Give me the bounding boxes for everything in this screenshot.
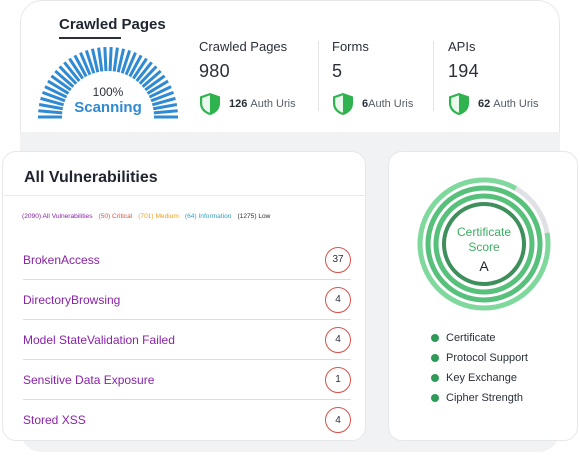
shield-check-icon [200, 93, 220, 115]
certificate-legend-label: Protocol Support [446, 352, 528, 364]
legend-dot-icon [431, 334, 439, 342]
certificate-legend-item: Cipher Strength [431, 388, 528, 408]
certificate-legend-item: Key Exchange [431, 368, 528, 388]
gauge-tick [103, 47, 108, 72]
vulnerability-count-badge: 4 [325, 407, 351, 433]
auth-label: Auth Uris [250, 98, 296, 110]
auth-uris: 6 Auth Uris [332, 92, 413, 116]
certificate-legend-label: Certificate [446, 332, 496, 344]
vulnerability-row[interactable]: Sensitive Data Exposure 1 [23, 360, 351, 400]
vulnerability-count-badge: 4 [325, 326, 351, 353]
legend-dot-icon [431, 374, 439, 382]
stat-divider [433, 41, 434, 111]
vulnerability-count-badge: 37 [325, 246, 351, 273]
certificate-legend-label: Key Exchange [446, 372, 517, 384]
auth-label: Auth Uris [368, 98, 414, 110]
vulnerabilities-title: All Vulnerabilities [24, 169, 158, 186]
vulnerability-count-badge: 4 [325, 286, 351, 313]
legend-entry: (701) Medium [138, 213, 179, 220]
vulnerability-name[interactable]: Sensitive Data Exposure [23, 373, 154, 387]
shield-check-icon [333, 93, 353, 115]
auth-count: 62 [478, 98, 491, 110]
scan-status-label: Scanning [74, 99, 142, 116]
crawl-summary-card: Crawled Pages 100% Scanning Crawled Page… [20, 0, 560, 152]
title-divider [3, 195, 365, 196]
auth-uris: 62 Auth Uris [448, 92, 539, 116]
vulnerabilities-card: All Vulnerabilities (2090) All Vulnerabi… [2, 151, 366, 441]
certificate-score-label: Certificate Score [414, 225, 554, 255]
vulnerability-count-badge: 1 [325, 366, 351, 393]
auth-label: Auth Uris [493, 98, 539, 110]
gauge-tick [108, 47, 113, 72]
crawled-pages-heading: Crawled Pages [59, 16, 166, 33]
stat-label: APIs [448, 39, 476, 54]
legend-dot-icon [431, 394, 439, 402]
vulnerability-row[interactable]: DirectoryBrowsing 4 [23, 280, 351, 320]
legend-entry: (50) Critical [98, 213, 133, 220]
vulnerability-row[interactable]: Stored XSS 4 [23, 400, 351, 440]
auth-uris: 126 Auth Uris [199, 92, 296, 116]
shield-check-icon [449, 93, 469, 115]
legend-entry: (2090) All Vulnerabilities [22, 213, 93, 220]
vulnerability-name[interactable]: Stored XSS [23, 413, 86, 427]
legend-entry: (64) Information [184, 213, 232, 220]
vulnerability-row[interactable]: Model StateValidation Failed 4 [23, 320, 351, 360]
stat-divider [318, 41, 319, 111]
legend-dot-icon [431, 354, 439, 362]
certificate-legend-item: Protocol Support [431, 348, 528, 368]
vulnerability-name[interactable]: Model StateValidation Failed [23, 333, 175, 347]
stat-crawled-pages: Crawled Pages 980 126 Auth Uris [199, 39, 296, 116]
vulnerability-row[interactable]: BrokenAccess 37 [23, 240, 351, 280]
certificate-grade: A [479, 258, 489, 274]
auth-count: 126 [229, 98, 248, 110]
vulnerability-name[interactable]: DirectoryBrowsing [23, 293, 120, 307]
stat-forms: Forms 5 6 Auth Uris [332, 39, 413, 116]
stat-value: 5 [332, 61, 343, 81]
legend-entry: (1275) Low [237, 213, 271, 220]
gauge-tick [112, 47, 119, 72]
certificate-legend-item: Certificate [431, 328, 528, 348]
scan-progress-percent: 100% [92, 85, 124, 99]
stat-label: Crawled Pages [199, 39, 288, 54]
stat-value: 980 [199, 61, 230, 81]
certificate-card: Certificate Score A Certificate Protocol … [388, 151, 578, 441]
stat-label: Forms [332, 39, 369, 54]
gauge-tick [97, 47, 104, 72]
certificate-score-line2: Score [468, 240, 500, 254]
certificate-score-line1: Certificate [456, 225, 512, 239]
certificate-legend-label: Cipher Strength [446, 392, 524, 404]
stat-apis: APIs 194 62 Auth Uris [448, 39, 539, 116]
severity-legend: (2090) All Vulnerabilities (50) Critical (… [22, 213, 276, 220]
certificate-legend: Certificate Protocol Support Key Exchange C… [431, 328, 528, 408]
stat-value: 194 [448, 61, 479, 81]
vulnerability-name[interactable]: BrokenAccess [23, 253, 100, 267]
